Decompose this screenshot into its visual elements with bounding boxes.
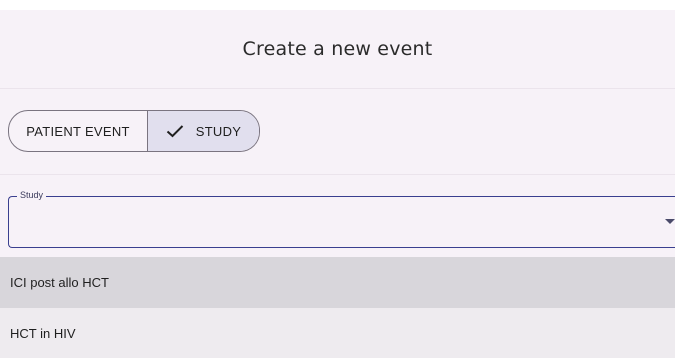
study-select[interactable]: Study xyxy=(8,190,675,248)
check-icon xyxy=(166,124,184,138)
dialog-header: Create a new event xyxy=(0,10,675,89)
toggle-study[interactable]: STUDY xyxy=(147,111,259,151)
section-divider xyxy=(0,174,675,175)
dropdown-arrow-icon[interactable] xyxy=(665,219,675,224)
dialog-title: Create a new event xyxy=(242,38,433,60)
study-option[interactable]: HCT in HIV xyxy=(0,308,675,358)
toggle-patient-event-label: PATIENT EVENT xyxy=(26,123,130,139)
study-option[interactable]: ICI post allo HCT xyxy=(0,257,675,308)
event-type-toggle: PATIENT EVENT STUDY xyxy=(8,110,260,152)
study-option-label: ICI post allo HCT xyxy=(10,275,109,290)
toggle-patient-event[interactable]: PATIENT EVENT xyxy=(9,111,147,151)
study-option-label: HCT in HIV xyxy=(10,325,76,341)
top-strip xyxy=(0,0,675,10)
toggle-study-label: STUDY xyxy=(195,123,242,139)
study-field-label: Study xyxy=(17,190,47,200)
